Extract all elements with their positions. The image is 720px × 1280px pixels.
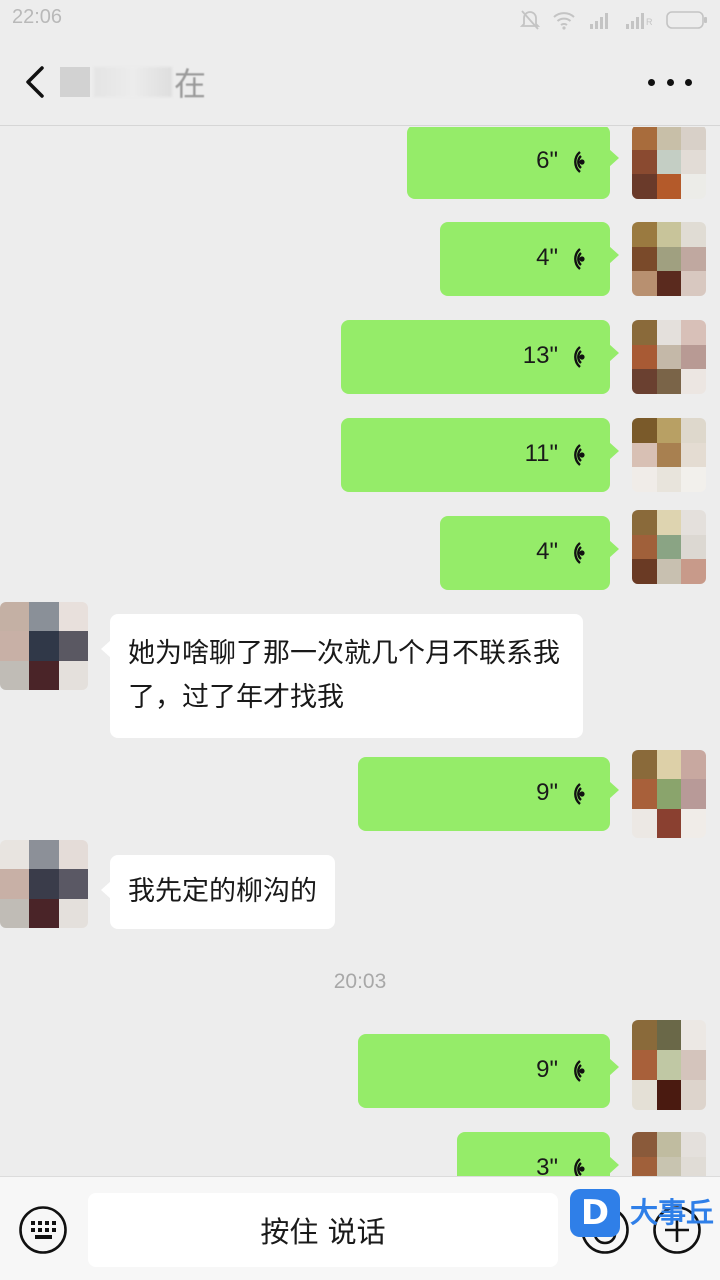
voice-duration: 11": [524, 440, 558, 467]
voice-message-bubble[interactable]: 9": [358, 757, 619, 831]
voice-wave-icon: [574, 444, 585, 466]
message-text: 她为啥聊了那一次就几个月不联系我了，过了年才找我: [128, 638, 560, 713]
watermark-logo: D: [570, 1189, 620, 1237]
title-redaction: [60, 67, 90, 97]
contact-avatar[interactable]: [0, 840, 88, 928]
my-avatar[interactable]: [632, 127, 706, 199]
voice-duration: 13": [522, 342, 558, 369]
chat-title: 在: [174, 65, 207, 103]
my-avatar[interactable]: [632, 750, 706, 838]
voice-wave-icon: [574, 151, 585, 173]
voice-duration: 6": [536, 147, 558, 174]
message-list[interactable]: 6" 4" 13" 11" 4" 她为啥聊了那一次就几个月不联系我了，过了年才找…: [0, 127, 720, 1176]
voice-message-bubble[interactable]: 3": [457, 1132, 619, 1176]
voice-message-bubble[interactable]: 4": [440, 516, 619, 590]
voice-message-bubble[interactable]: 9": [358, 1034, 619, 1108]
status-bar: 22:06 R: [0, 0, 720, 40]
battery-icon: [666, 11, 707, 29]
chevron-left-icon: [26, 66, 44, 98]
mute-icon: [520, 10, 540, 30]
more-dots-icon: [648, 78, 655, 86]
message-text: 我先定的柳沟的: [128, 876, 317, 907]
signal-icon: R: [626, 13, 653, 29]
my-avatar[interactable]: [632, 418, 706, 492]
signal-icon: [590, 13, 608, 29]
my-avatar[interactable]: [632, 320, 706, 394]
more-options-button[interactable]: [648, 70, 692, 94]
voice-wave-icon: [574, 1158, 585, 1176]
voice-message-bubble[interactable]: 13": [341, 320, 619, 394]
voice-duration: 4": [536, 538, 558, 565]
voice-wave-icon: [574, 346, 585, 368]
hold-to-talk-button[interactable]: 按住 说话: [88, 1193, 558, 1267]
my-avatar[interactable]: [632, 1132, 706, 1176]
voice-duration: 9": [536, 1056, 558, 1083]
svg-text:R: R: [646, 17, 653, 27]
voice-message-bubble[interactable]: 11": [341, 418, 619, 492]
back-button[interactable]: [18, 60, 58, 104]
status-icons: R: [520, 9, 708, 31]
more-dots-icon: [666, 78, 674, 86]
title-redaction: [94, 67, 172, 97]
text-message-bubble[interactable]: 她为啥聊了那一次就几个月不联系我了，过了年才找我: [101, 614, 583, 738]
voice-message-bubble[interactable]: 6": [407, 127, 619, 199]
status-time: 22:06: [12, 6, 63, 28]
chat-header: 在: [0, 40, 720, 126]
my-avatar[interactable]: [632, 510, 706, 584]
input-bar: 按住 说话 D 大事丘: [0, 1176, 720, 1280]
my-avatar[interactable]: [632, 1020, 706, 1110]
watermark: D 大事丘: [570, 1189, 718, 1241]
voice-wave-icon: [574, 783, 585, 805]
timestamp: 20:03: [333, 970, 387, 993]
chat-title-area[interactable]: 在: [60, 58, 206, 106]
more-dots-icon: [685, 78, 692, 86]
watermark-text: 大事丘: [630, 1196, 715, 1229]
voice-duration: 4": [536, 244, 558, 271]
voice-wave-icon: [574, 1060, 585, 1082]
text-message-bubble[interactable]: 我先定的柳沟的: [101, 855, 335, 929]
wifi-icon: [553, 12, 575, 30]
keyboard-toggle-button[interactable]: [18, 1205, 68, 1255]
voice-duration: 3": [536, 1154, 558, 1176]
voice-wave-icon: [574, 542, 585, 564]
keyboard-icon: [19, 1206, 67, 1254]
my-avatar[interactable]: [632, 222, 706, 296]
voice-duration: 9": [536, 779, 558, 806]
voice-message-bubble[interactable]: 4": [440, 222, 619, 296]
voice-wave-icon: [574, 248, 585, 270]
contact-avatar[interactable]: [0, 602, 88, 690]
